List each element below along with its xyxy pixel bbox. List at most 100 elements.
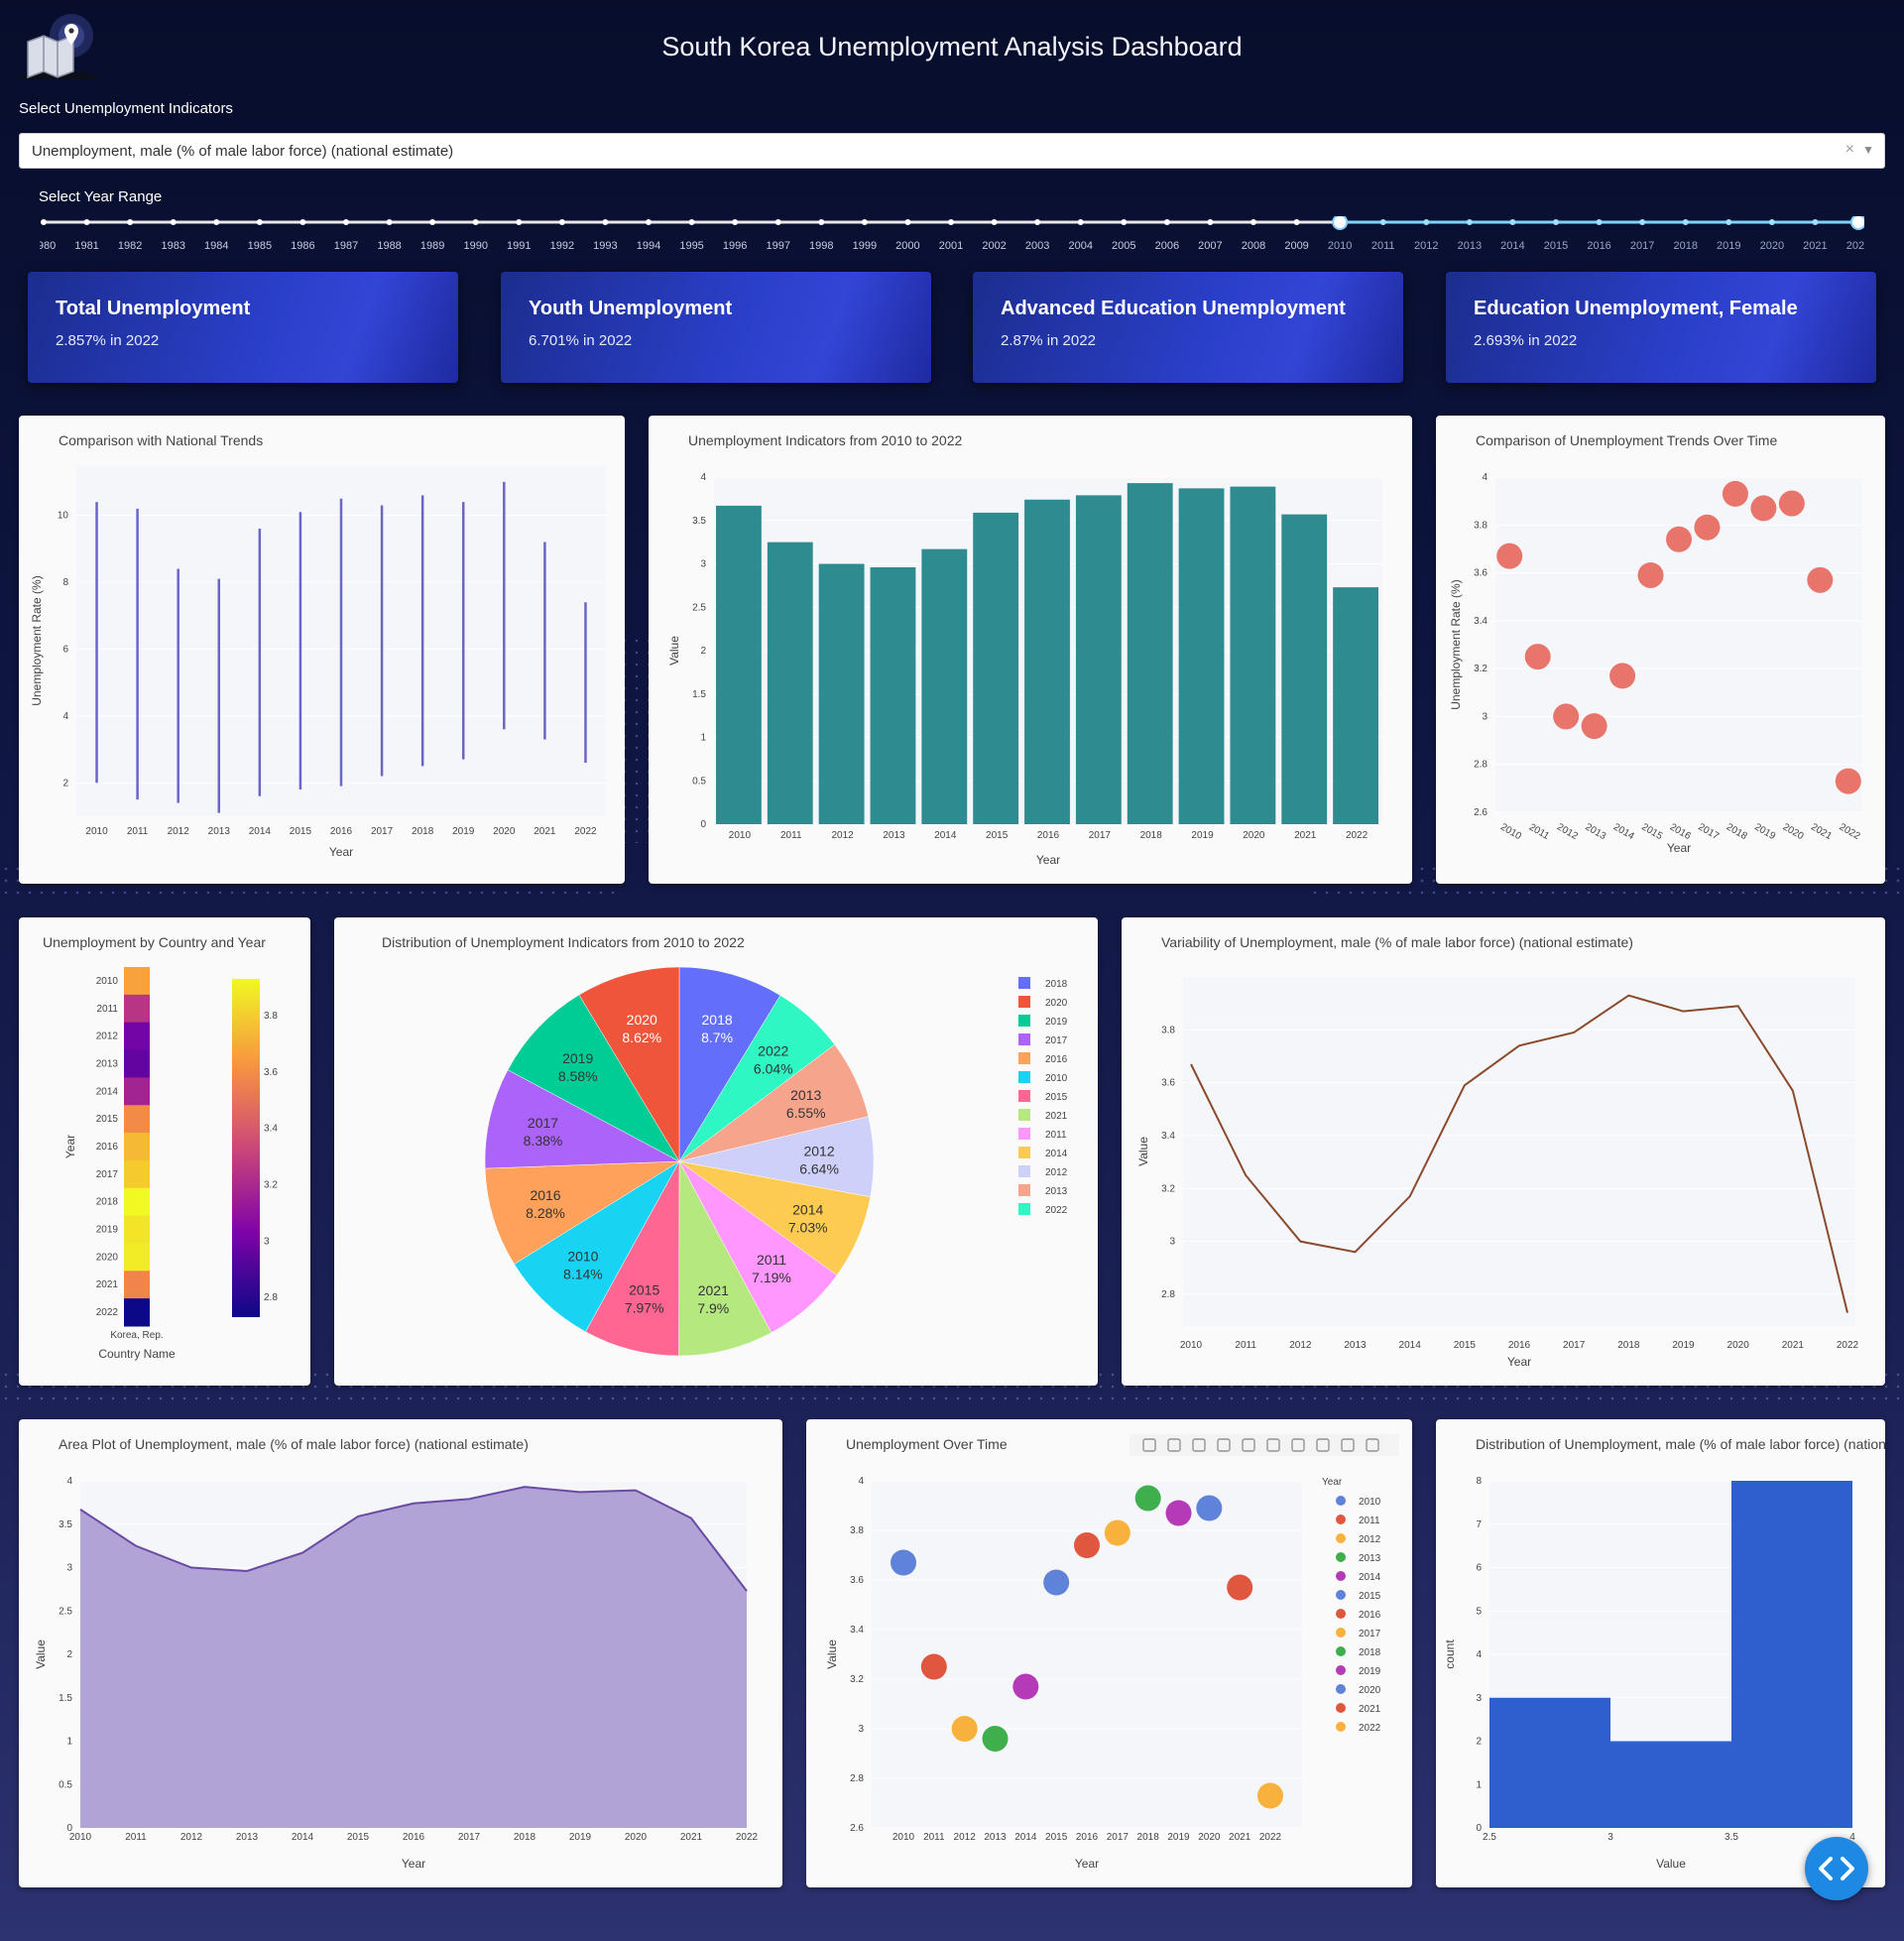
y-tick-label: 2013 — [96, 1058, 119, 1069]
histogram-bar — [1489, 1697, 1610, 1828]
kpi-value: 2.857% in 2022 — [56, 332, 160, 349]
y-tick-label: 5 — [1476, 1606, 1482, 1617]
indicator-selected-value: Unemployment, male (% of male labor forc… — [32, 143, 454, 160]
legend-marker — [1336, 1571, 1346, 1581]
x-tick-label: 2015 — [1454, 1340, 1477, 1351]
x-tick-label: 2015 — [1045, 1832, 1068, 1843]
y-tick-label: 3.5 — [692, 516, 706, 527]
legend-swatch — [1018, 977, 1030, 989]
bar — [973, 512, 1019, 824]
x-tick-label: 2014 — [1014, 1832, 1037, 1843]
x-tick-label: 2022 — [1838, 822, 1862, 843]
slider-year-label: 2005 — [1112, 240, 1135, 252]
slider-tick — [948, 219, 954, 225]
box-select-icon[interactable] — [1217, 1438, 1231, 1452]
code-icon[interactable] — [1805, 1837, 1868, 1900]
zoom-icon[interactable] — [1167, 1438, 1181, 1452]
chart-national-trends[interactable]: Comparison with National Trends Year Unemp… — [19, 416, 625, 884]
reset-icon[interactable] — [1341, 1438, 1355, 1452]
y-tick-label: 3.4 — [1474, 616, 1488, 627]
slider-handle[interactable] — [1850, 214, 1866, 230]
slider-year-label: 2009 — [1284, 240, 1308, 252]
pie-label: 2016 — [530, 1187, 560, 1203]
bar — [921, 548, 968, 824]
y-tick-label: 3.6 — [850, 1575, 864, 1586]
pie-percent: 6.55% — [786, 1105, 826, 1121]
legend-swatch — [1018, 1052, 1030, 1064]
x-tick-label: 2019 — [1752, 822, 1777, 843]
pie-percent: 6.64% — [799, 1160, 839, 1176]
slider-year-label: 2001 — [939, 240, 963, 252]
heatmap-cell — [124, 1077, 150, 1106]
y-tick-label: 6 — [1476, 1563, 1482, 1574]
y-tick-label: 2.8 — [850, 1773, 864, 1784]
bar — [1333, 587, 1378, 824]
chart-indicators-bar[interactable]: Unemployment Indicators from 2010 to 202… — [649, 416, 1412, 884]
legend-swatch — [1018, 1033, 1030, 1045]
legend-swatch — [1018, 1128, 1030, 1140]
chart-histogram[interactable]: Distribution of Unemployment, male (% of… — [1436, 1419, 1885, 1887]
chart-pie[interactable]: Distribution of Unemployment Indicators … — [334, 917, 1098, 1386]
slider-tick — [1466, 219, 1473, 225]
bar — [1281, 514, 1328, 824]
slider-year-label: 1999 — [853, 240, 877, 252]
x-tick-label: 2013 — [1583, 822, 1607, 843]
y-tick-label: 2017 — [96, 1169, 119, 1180]
y-tick-label: 3 — [1476, 1693, 1482, 1704]
chart-heatmap[interactable]: Unemployment by Country and Year 2010 2011… — [19, 917, 310, 1386]
year-range-label: Select Year Range — [39, 188, 163, 205]
autoscale-icon[interactable] — [1316, 1438, 1330, 1452]
pan-icon[interactable] — [1192, 1438, 1206, 1452]
kpi-title: Youth Unemployment — [529, 298, 733, 319]
lasso-icon[interactable] — [1242, 1438, 1255, 1452]
y-tick-label: 2.8 — [1161, 1289, 1175, 1300]
slider-year-label: 1983 — [161, 240, 184, 252]
legend-label: 2017 — [1045, 1035, 1068, 1046]
camera-icon[interactable] — [1142, 1438, 1156, 1452]
zoom-out-icon[interactable] — [1291, 1438, 1305, 1452]
x-axis-title: Year — [402, 1857, 425, 1871]
kpi-title: Total Unemployment — [56, 298, 251, 319]
slider-year-label: 1986 — [291, 240, 314, 252]
x-tick-label: 2017 — [458, 1832, 481, 1843]
x-tick-label: 2020 — [1198, 1832, 1221, 1843]
slider-year-label: 1994 — [637, 240, 660, 252]
slider-tick — [1768, 219, 1775, 225]
x-tick-label: 2016 — [1037, 830, 1060, 841]
indicator-dropdown[interactable]: Unemployment, male (% of male labor forc… — [19, 133, 1885, 169]
clear-icon[interactable]: × — [1845, 141, 1854, 159]
slider-handle[interactable] — [1332, 214, 1349, 230]
x-tick-label: 2021 — [1782, 1340, 1805, 1351]
chevron-down-icon[interactable]: ▼ — [1862, 143, 1874, 157]
year-range-slider[interactable]: 1980 1981 1982 1983 1984 1985 1986 1987 1988 1989… — [32, 214, 1870, 256]
kpi-value: 2.693% in 2022 — [1474, 332, 1578, 349]
chart-trends-scatter[interactable]: Comparison of Unemployment Trends Over T… — [1436, 416, 1885, 884]
scatter-point — [1227, 1574, 1253, 1601]
plot-modebar[interactable] — [1130, 1434, 1399, 1456]
legend-marker — [1336, 1665, 1346, 1675]
pie-percent: 7.03% — [788, 1220, 828, 1236]
x-tick-label: 2020 — [625, 1832, 648, 1843]
colorbar-tick-label: 3.2 — [264, 1179, 278, 1190]
heatmap-cell — [124, 1105, 150, 1134]
y-axis-title: count — [1443, 1639, 1457, 1669]
legend-label: 2022 — [1359, 1723, 1381, 1734]
y-tick-label: 2016 — [96, 1142, 119, 1152]
bar — [716, 505, 762, 824]
chart-title: Comparison of Unemployment Trends Over T… — [1476, 432, 1777, 448]
chart-title: Comparison with National Trends — [59, 432, 263, 448]
x-tick-label: 3 — [1607, 1832, 1613, 1843]
chart-over-time-scatter[interactable]: Unemployment Over Time Year Value 2.6 2.8 3 3.… — [806, 1419, 1412, 1887]
kpi-value: 2.87% in 2022 — [1001, 332, 1096, 349]
y-tick-label: 3.8 — [850, 1525, 864, 1536]
plotly-logo-icon[interactable] — [1366, 1438, 1379, 1452]
zoom-in-icon[interactable] — [1266, 1438, 1280, 1452]
x-tick-label: 2011 — [127, 826, 149, 837]
legend-label: 2016 — [1359, 1610, 1381, 1621]
x-tick-label: 2022 — [1259, 1832, 1282, 1843]
legend-title: Year — [1322, 1477, 1343, 1488]
chart-variability-line[interactable]: Variability of Unemployment, male (% of … — [1122, 917, 1885, 1386]
x-tick-label: 2012 — [831, 830, 854, 841]
chart-area[interactable]: Area Plot of Unemployment, male (% of ma… — [19, 1419, 782, 1887]
y-tick-label: 3 — [700, 559, 706, 570]
